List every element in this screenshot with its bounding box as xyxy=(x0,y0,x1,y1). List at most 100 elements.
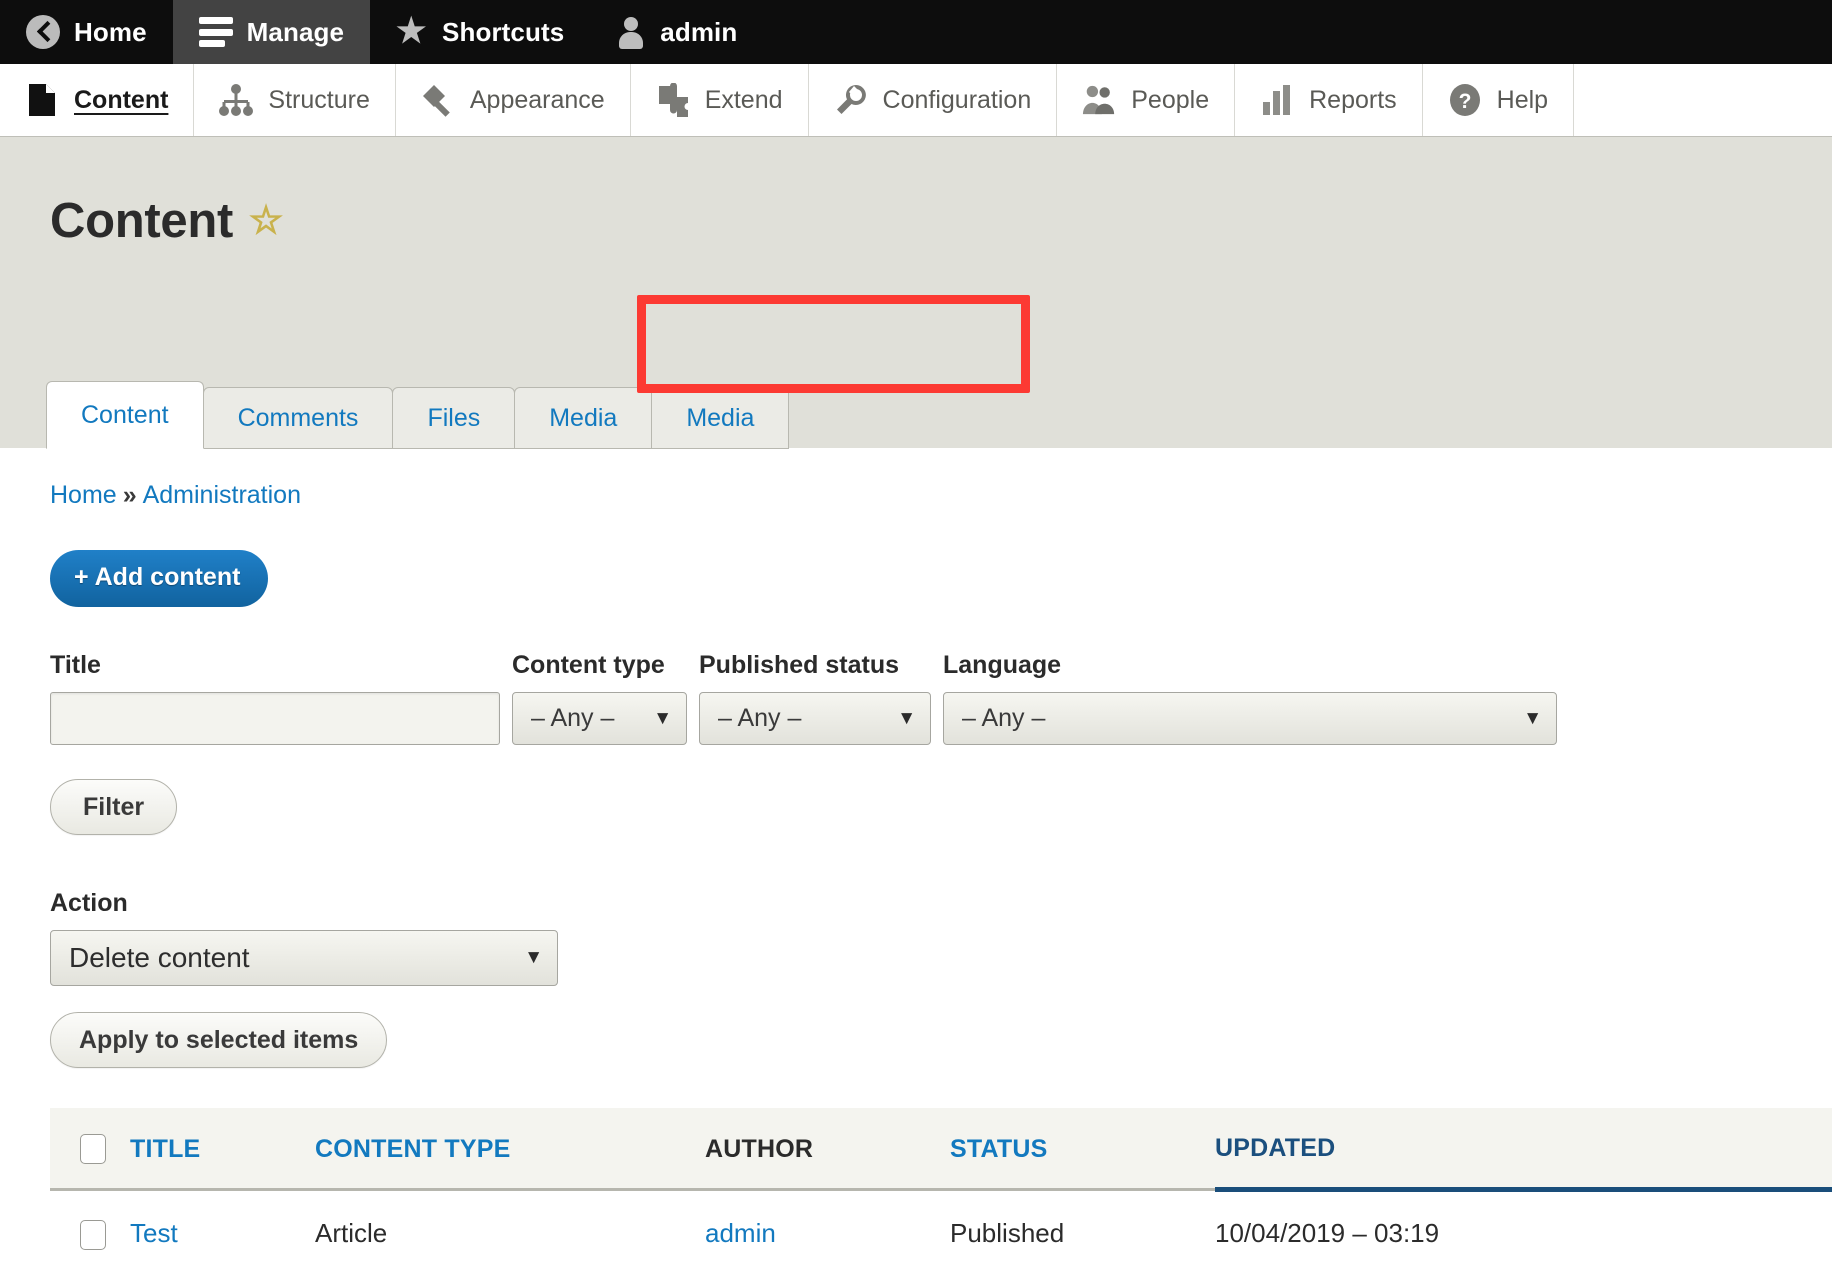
paintbrush-icon xyxy=(421,83,455,117)
toolbar-item-home-label: Home xyxy=(74,16,147,47)
page-title: Content xyxy=(50,194,233,248)
tab-comments[interactable]: Comments xyxy=(202,387,394,449)
breadcrumb-home-link[interactable]: Home xyxy=(50,481,117,509)
table-row: Test Article admin Published 10/04/2019 … xyxy=(50,1189,1832,1264)
content-table-body: Test Article admin Published 10/04/2019 … xyxy=(50,1189,1832,1264)
filter-published-status-label: Published status xyxy=(699,651,900,679)
admin-menu-item-content[interactable]: Content xyxy=(0,64,195,136)
admin-menu-item-reports-label: Reports xyxy=(1309,85,1397,114)
admin-menu-item-help[interactable]: ? Help xyxy=(1423,64,1575,136)
toolbar-item-shortcuts-label: Shortcuts xyxy=(442,16,565,47)
home-icon xyxy=(26,15,60,49)
column-header-updated[interactable]: UPDATED xyxy=(1215,1108,1832,1193)
search-input[interactable] xyxy=(50,692,500,745)
page-icon xyxy=(25,83,59,117)
breadcrumb: Home» Administration xyxy=(50,448,1832,510)
svg-text:?: ? xyxy=(1458,90,1471,113)
filter-language-group: Language – Any – ▼ xyxy=(943,651,1557,745)
action-select[interactable]: Delete content ▼ xyxy=(50,930,558,986)
page-header-band: Content ☆ Content Comments Files Media M… xyxy=(0,137,1832,449)
admin-toolbar: Home Manage ★ Shortcuts admin xyxy=(0,0,1832,64)
row-author-cell: admin xyxy=(705,1189,950,1264)
add-content-button[interactable]: + Add content xyxy=(50,550,269,607)
toolbar-item-admin-user[interactable]: admin xyxy=(590,0,763,64)
admin-menu-item-people[interactable]: People xyxy=(1057,64,1236,136)
action-select-value: Delete content xyxy=(69,942,250,973)
chevron-down-icon: ▼ xyxy=(897,707,916,729)
admin-menu-item-reports[interactable]: Reports xyxy=(1235,64,1423,136)
filter-published-status-group: Published status – Any – ▼ xyxy=(699,651,931,745)
published-status-select-value: – Any – xyxy=(718,704,802,732)
admin-menu-item-structure[interactable]: Structure xyxy=(194,64,396,136)
filter-title-label: Title xyxy=(50,651,101,679)
filter-content-type-group: Content type – Any – ▼ xyxy=(512,651,687,745)
tab-media-2[interactable]: Media xyxy=(651,387,790,449)
wrench-icon xyxy=(834,83,868,117)
bar-chart-icon xyxy=(1260,83,1294,117)
content-type-select-value: – Any – xyxy=(531,704,615,732)
admin-menu-item-configuration-label: Configuration xyxy=(882,85,1032,114)
chevron-down-icon: ▼ xyxy=(1523,707,1542,729)
language-select[interactable]: – Any – ▼ xyxy=(943,692,1557,745)
filter-title-group: Title xyxy=(50,651,500,745)
local-tasks-tabs: Content Comments Files Media Media xyxy=(46,381,790,449)
toolbar-item-shortcuts[interactable]: ★ Shortcuts xyxy=(370,0,590,64)
tab-comments-label: Comments xyxy=(237,403,359,432)
row-updated-cell: 10/04/2019 – 03:19 xyxy=(1215,1189,1832,1264)
chevron-down-icon: ▼ xyxy=(524,947,543,968)
admin-menu-item-extend[interactable]: Extend xyxy=(631,64,809,136)
language-select-value: – Any – xyxy=(962,704,1046,732)
admin-menu-item-help-label: Help xyxy=(1496,85,1549,114)
filter-controls: Title Content type – Any – ▼ Published s… xyxy=(50,651,1832,745)
column-header-author: AUTHOR xyxy=(705,1108,950,1192)
tab-content[interactable]: Content xyxy=(46,381,204,449)
content-type-select[interactable]: – Any – ▼ xyxy=(512,692,687,745)
admin-menu-item-structure-label: Structure xyxy=(268,85,370,114)
structure-icon xyxy=(219,83,254,117)
row-select-cell xyxy=(50,1189,130,1264)
column-header-content-type[interactable]: CONTENT TYPE xyxy=(315,1108,705,1192)
page-title-row: Content ☆ xyxy=(0,137,1832,249)
tab-media-2-label: Media xyxy=(686,403,755,432)
admin-menu-item-people-label: People xyxy=(1131,85,1210,114)
toolbar-item-home[interactable]: Home xyxy=(0,0,173,64)
toolbar-item-admin-label: admin xyxy=(660,16,738,47)
table-header-row: TITLE CONTENT TYPE AUTHOR STATUS UPDATED xyxy=(50,1108,1832,1193)
question-mark-icon: ? xyxy=(1448,83,1482,117)
breadcrumb-separator: » xyxy=(122,481,137,509)
admin-menu-item-appearance[interactable]: Appearance xyxy=(396,64,631,136)
favorite-star-icon[interactable]: ☆ xyxy=(248,201,284,241)
select-all-checkbox[interactable] xyxy=(80,1134,106,1165)
select-all-header xyxy=(50,1108,130,1192)
admin-menu-item-appearance-label: Appearance xyxy=(469,85,605,114)
breadcrumb-administration-link[interactable]: Administration xyxy=(143,481,301,509)
tab-files-label: Files xyxy=(427,403,481,432)
column-header-status[interactable]: STATUS xyxy=(950,1108,1215,1192)
tab-media-1-label: Media xyxy=(549,403,618,432)
tab-media-1[interactable]: Media xyxy=(514,387,653,449)
hamburger-icon xyxy=(198,17,233,47)
tab-files[interactable]: Files xyxy=(392,387,516,449)
filter-language-label: Language xyxy=(943,651,1062,679)
filter-button[interactable]: Filter xyxy=(50,779,178,835)
row-content-type-cell: Article xyxy=(315,1189,705,1264)
row-author-link[interactable]: admin xyxy=(705,1218,776,1248)
content-table-head: TITLE CONTENT TYPE AUTHOR STATUS UPDATED xyxy=(50,1108,1832,1193)
action-label: Action xyxy=(50,889,128,917)
column-header-title[interactable]: TITLE xyxy=(130,1108,315,1192)
apply-to-selected-items-button-top[interactable]: Apply to selected items xyxy=(50,1012,388,1068)
published-status-select[interactable]: – Any – ▼ xyxy=(699,692,931,745)
row-title-link[interactable]: Test xyxy=(130,1218,178,1248)
toolbar-item-manage-label: Manage xyxy=(246,16,345,47)
content-table: TITLE CONTENT TYPE AUTHOR STATUS UPDATED… xyxy=(50,1108,1832,1264)
main-content: Home» Administration + Add content Title … xyxy=(0,448,1832,1264)
admin-menu-bar: Content Structure Appearance Extend Conf… xyxy=(0,64,1832,137)
row-title-cell: Test xyxy=(130,1189,315,1264)
filter-content-type-label: Content type xyxy=(512,651,665,679)
admin-menu-item-content-label: Content xyxy=(74,85,169,114)
chevron-down-icon: ▼ xyxy=(653,707,672,729)
toolbar-item-manage[interactable]: Manage xyxy=(172,0,371,64)
content-table-wrapper: TITLE CONTENT TYPE AUTHOR STATUS UPDATED… xyxy=(50,1108,1832,1264)
row-checkbox[interactable] xyxy=(80,1219,106,1250)
admin-menu-item-configuration[interactable]: Configuration xyxy=(809,64,1058,136)
